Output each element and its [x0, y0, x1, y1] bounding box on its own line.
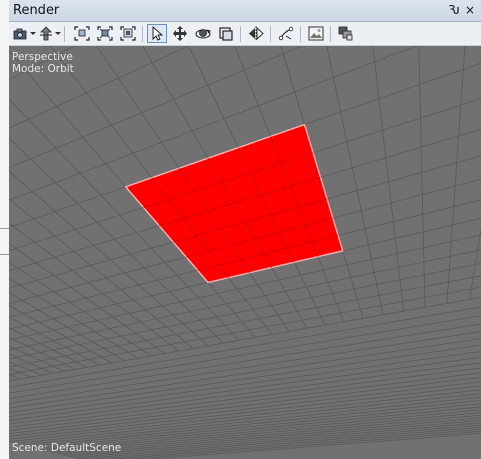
render-panel: Render Ԅ × Perspective Mode: Orbit Scene…: [9, 0, 481, 459]
move-button[interactable]: [170, 24, 190, 43]
zoom-extents-button[interactable]: [72, 24, 92, 43]
frame-button[interactable]: [216, 24, 236, 43]
zoom-selected-icon: [97, 26, 113, 41]
render-toolbar: [9, 22, 481, 46]
orbit-icon: [195, 29, 211, 39]
mirror-icon: [249, 26, 264, 41]
host-divider: [0, 228, 9, 229]
zoom-all-button[interactable]: [118, 24, 138, 43]
toolbar-separator: [240, 26, 241, 42]
application-window: Render Ԅ × Perspective Mode: Orbit Scene…: [0, 0, 481, 459]
zoom-extents-icon: [74, 26, 90, 41]
3d-viewport[interactable]: Perspective Mode: Orbit Scene: DefaultSc…: [9, 46, 481, 459]
camera-button[interactable]: [11, 24, 31, 43]
frame-icon: [219, 27, 233, 41]
toolbar-separator: [300, 26, 301, 42]
host-divider: [0, 254, 9, 255]
mirror-button[interactable]: [246, 24, 266, 43]
up-axis-icon: [40, 26, 52, 41]
panel-title: Render: [13, 3, 60, 18]
view-label: Perspective: [12, 51, 73, 63]
toolbar-separator: [270, 26, 271, 42]
zoom-all-icon: [120, 26, 136, 41]
move-icon: [173, 26, 187, 41]
toolbar-separator: [142, 26, 143, 42]
layers-button[interactable]: [336, 24, 356, 43]
image-icon: [308, 26, 324, 41]
toolbar-separator: [330, 26, 331, 42]
image-button[interactable]: [306, 24, 326, 43]
select-cursor-icon: [152, 26, 164, 41]
up-axis-button[interactable]: [36, 24, 56, 43]
orbit-button[interactable]: [193, 24, 213, 43]
pick-icon: [278, 26, 294, 41]
zoom-selected-button[interactable]: [95, 24, 115, 43]
pick-button[interactable]: [276, 24, 296, 43]
select-button[interactable]: [147, 24, 167, 43]
panel-titlebar[interactable]: Render Ԅ ×: [9, 0, 481, 22]
scene-canvas[interactable]: [9, 46, 481, 459]
pin-icon[interactable]: Ԅ: [447, 3, 461, 18]
up-axis-dropdown-caret[interactable]: [55, 32, 61, 35]
close-icon[interactable]: ×: [463, 3, 477, 18]
scene-label: Scene: DefaultScene: [12, 442, 122, 454]
camera-icon: [13, 28, 27, 40]
mode-label: Mode: Orbit: [12, 63, 74, 75]
toolbar-separator: [64, 26, 65, 42]
layers-icon: [338, 26, 353, 41]
